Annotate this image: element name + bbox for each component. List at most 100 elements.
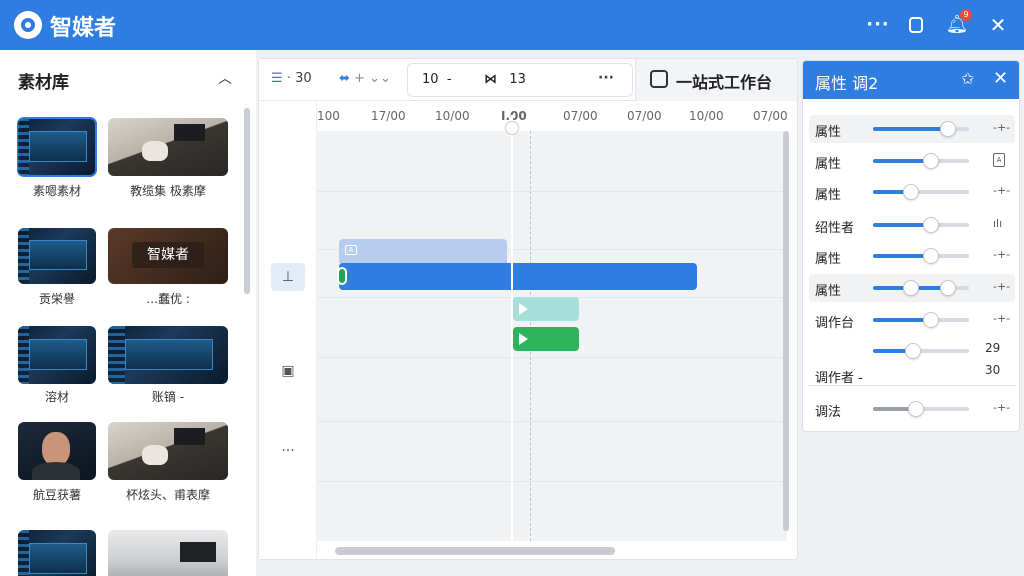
property-slider[interactable]: [873, 248, 969, 264]
property-slider[interactable]: [873, 401, 969, 417]
ruler-tick: 07/00: [753, 109, 788, 123]
property-slider[interactable]: [873, 153, 969, 169]
slider-knob[interactable]: [903, 280, 920, 296]
split-button[interactable]: ⬌ + ⌄⌄: [339, 71, 391, 86]
track-divider: [317, 191, 787, 192]
property-slider[interactable]: [873, 280, 969, 296]
ruler-tick: 10/00: [435, 109, 470, 123]
slider-knob[interactable]: [939, 280, 956, 296]
playhead[interactable]: [511, 115, 513, 555]
library-item-label: 杯炫头、甫表摩: [125, 488, 210, 502]
property-action-icon[interactable]: -+-: [993, 280, 1010, 293]
close-icon[interactable]: ✕: [986, 13, 1010, 37]
music-clip[interactable]: [513, 327, 579, 351]
split-arrow: + ⌄⌄: [354, 71, 391, 86]
property-row: 绍性者 ılı: [809, 211, 1015, 239]
video-clip[interactable]: [337, 263, 697, 290]
property-label: 调作台: [815, 316, 855, 331]
range-selector[interactable]: 10 - ⋈ 13 ···: [407, 63, 633, 97]
bowtie-icon: ⋈: [484, 72, 497, 87]
ruler-tick: 10/00: [689, 109, 724, 123]
library-item[interactable]: [18, 530, 96, 576]
property-row: 属性 -+-: [809, 274, 1015, 302]
app-logo-icon: [14, 11, 42, 39]
property-action-icon[interactable]: -+-: [993, 184, 1010, 197]
track-headers: ⊥ ▣ ···: [259, 101, 317, 559]
library-item-label: 素嗯素材: [32, 184, 81, 198]
ruler-tick: 100: [317, 109, 340, 123]
image-icon: A: [345, 245, 357, 255]
property-row: 属性 -+-: [809, 242, 1015, 270]
property-action-icon[interactable]: -+-: [993, 401, 1010, 414]
properties-header: 属性 调2 ✩ ✕: [803, 61, 1019, 99]
range-end-value: 13: [509, 72, 526, 87]
property-slider[interactable]: [873, 217, 969, 233]
library-item[interactable]: [18, 228, 96, 284]
library-item[interactable]: [108, 422, 228, 480]
range-separator: -: [446, 72, 452, 87]
property-label: 属性: [815, 125, 842, 140]
text-track-icon[interactable]: ▣: [271, 357, 305, 385]
property-label: 属性: [815, 284, 842, 299]
property-slider[interactable]: [873, 184, 969, 200]
library-item[interactable]: [108, 118, 228, 176]
chevron-up-icon[interactable]: ︿: [218, 68, 232, 88]
time-ruler[interactable]: 100 17/00 10/00 I.00 07/00 07/00 10/00 0…: [317, 101, 797, 131]
video-track-icon[interactable]: ⊥: [271, 263, 305, 291]
library-item[interactable]: [17, 117, 97, 177]
window-icon[interactable]: [904, 13, 928, 37]
slider-knob[interactable]: [903, 184, 920, 200]
property-slider[interactable]: [873, 121, 969, 137]
library-item[interactable]: [18, 422, 96, 480]
property-slider[interactable]: [873, 312, 969, 328]
clip-handle[interactable]: [337, 267, 347, 285]
library-item-label: 贡栄譽: [38, 292, 75, 306]
library-item[interactable]: 智媒者: [108, 228, 228, 284]
property-action-icon[interactable]: -+-: [993, 248, 1010, 261]
list-icon: ☰: [271, 71, 283, 86]
property-action-icon[interactable]: -+-: [993, 312, 1010, 325]
library-scrollbar[interactable]: [244, 108, 250, 294]
more-tracks-button[interactable]: ···: [271, 437, 305, 465]
slider-knob[interactable]: [922, 312, 939, 328]
property-label: 属性: [815, 157, 842, 172]
library-item-label: 教缆集 极素摩: [130, 184, 206, 198]
timeline-vertical-scrollbar[interactable]: [783, 131, 789, 531]
property-action-icon[interactable]: A: [993, 153, 1005, 167]
properties-title: 属性 调2: [815, 74, 879, 93]
property-value: 30: [985, 363, 1001, 377]
pin-icon[interactable]: ✩: [961, 69, 974, 88]
slider-fill: [873, 254, 931, 258]
playhead-handle[interactable]: [505, 121, 519, 135]
slider-knob[interactable]: [922, 217, 939, 233]
slider-knob[interactable]: [908, 401, 925, 417]
range-more-button[interactable]: ···: [598, 70, 614, 86]
range-start: 10 -: [422, 72, 452, 87]
audio-clip[interactable]: [513, 297, 579, 321]
property-action-icon[interactable]: -+-: [993, 121, 1010, 134]
workbench-tab[interactable]: 一站式工作台: [635, 59, 797, 101]
property-slider[interactable]: [873, 343, 969, 359]
app-title: 智媒者: [50, 16, 117, 41]
overlay-clip[interactable]: A: [339, 239, 507, 265]
notification-badge: 9: [960, 9, 972, 21]
property-row: 调法 -+-: [809, 395, 1015, 423]
timeline-horizontal-scrollbar[interactable]: [335, 547, 615, 555]
library-item[interactable]: [18, 326, 96, 384]
property-row: 属性 -+-: [809, 178, 1015, 206]
property-label: 调法: [815, 405, 842, 420]
property-value: 29: [985, 341, 1001, 355]
ruler-tick: 07/00: [627, 109, 662, 123]
library-item[interactable]: [108, 530, 228, 576]
slider-knob[interactable]: [922, 248, 939, 264]
track-list-button[interactable]: ☰ · 30: [271, 71, 312, 86]
library-item[interactable]: [108, 326, 228, 384]
slider-knob[interactable]: [939, 121, 956, 137]
more-horizontal-icon[interactable]: ···: [866, 13, 890, 37]
play-icon: [519, 333, 528, 345]
property-action-icon[interactable]: ılı: [993, 217, 1002, 230]
close-icon[interactable]: ✕: [993, 68, 1008, 89]
library-item-label: 账镝 -: [151, 390, 185, 404]
slider-knob[interactable]: [922, 153, 939, 169]
slider-knob[interactable]: [905, 343, 922, 359]
